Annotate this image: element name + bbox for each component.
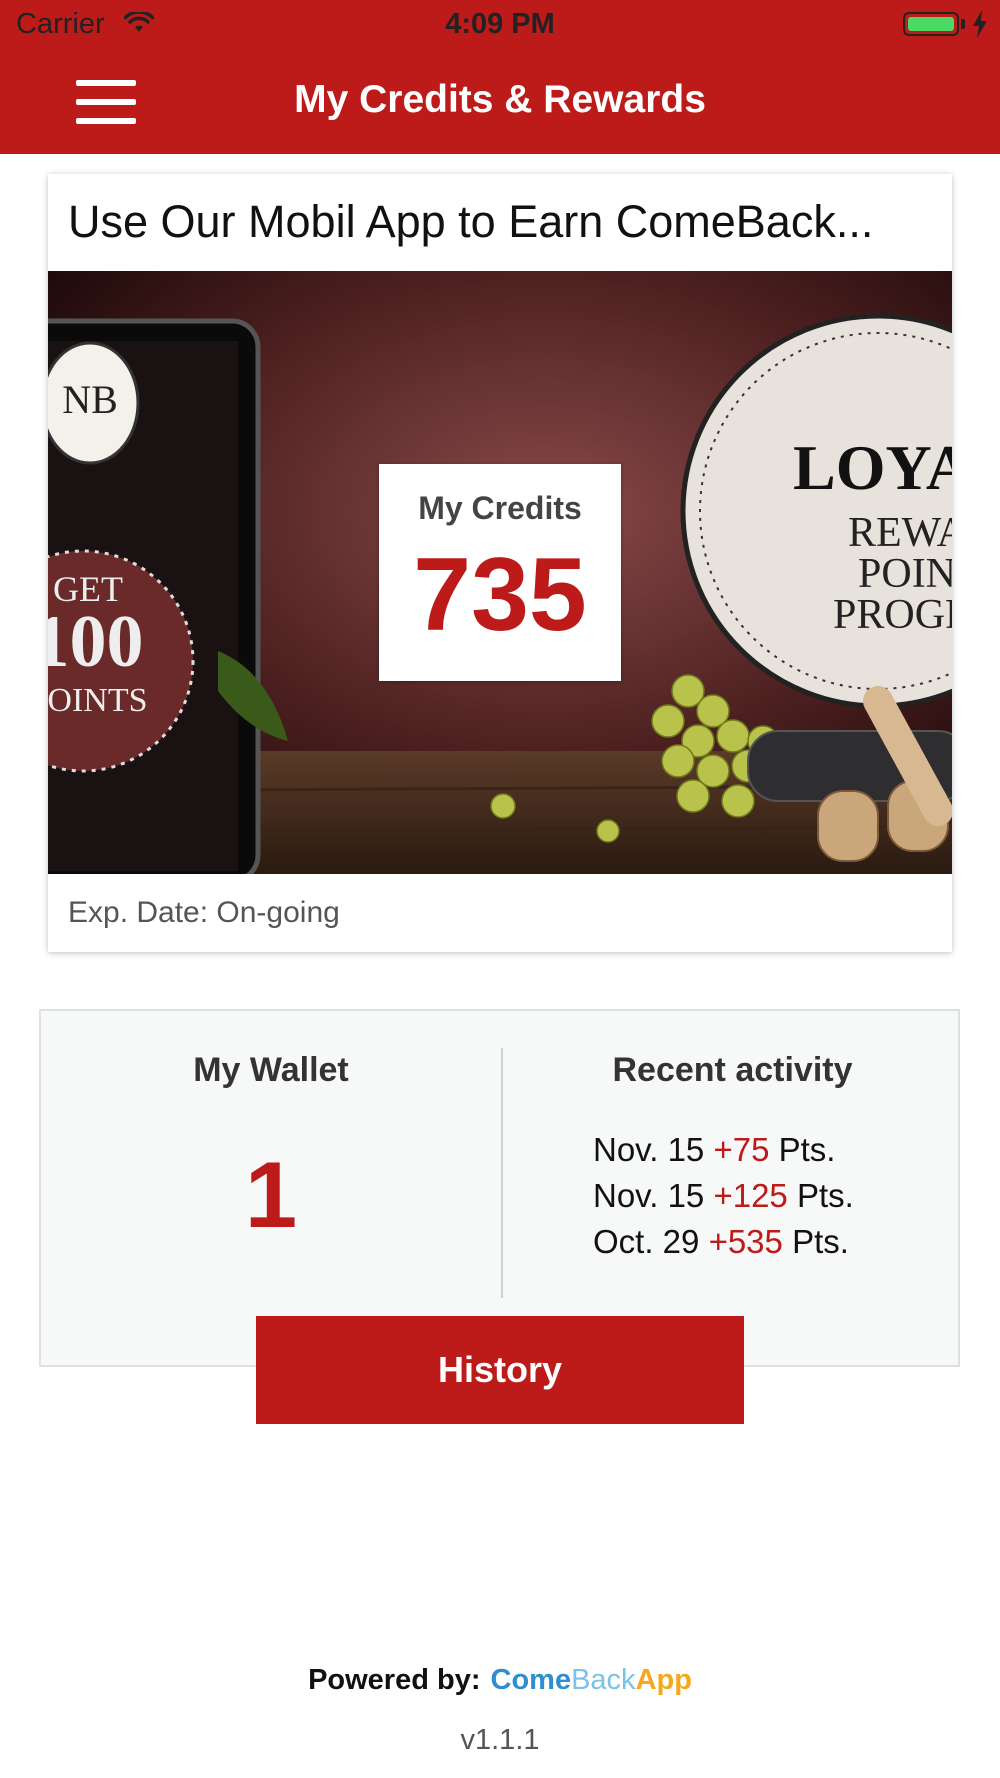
activity-amount: +75 (713, 1131, 770, 1168)
credits-value: 735 (413, 537, 587, 653)
powered-by-footer: Powered by: ComeBackApp (0, 1664, 1000, 1697)
powered-by-label: Powered by: (308, 1664, 481, 1696)
brand-back[interactable]: Back (571, 1664, 635, 1696)
activity-date: Nov. 15 (593, 1177, 705, 1214)
phone-logo-text: NB (62, 377, 118, 422)
activity-list: Nov. 15 +75 Pts. Nov. 15 +125 Pts. Oct. … (593, 1127, 854, 1265)
page-title: My Credits & Rewards (294, 78, 706, 121)
charging-bolt-icon (973, 10, 987, 38)
activity-title: Recent activity (612, 1051, 853, 1089)
seal-line2: REWARD (848, 510, 952, 556)
battery-icon (903, 12, 959, 36)
activity-unit: Pts. (792, 1223, 849, 1260)
brand-app[interactable]: App (636, 1664, 692, 1696)
activity-item: Nov. 15 +125 Pts. (593, 1173, 854, 1219)
seal-line3: POINTS (858, 551, 952, 597)
app-version: v1.1.1 (460, 1724, 540, 1756)
battery-tip (961, 19, 965, 29)
offer-card[interactable]: Use Our Mobil App to Earn ComeBack... NB… (48, 174, 952, 952)
activity-amount: +125 (713, 1177, 788, 1214)
history-button[interactable]: History (256, 1316, 744, 1424)
credits-box: My Credits 735 (379, 464, 621, 681)
status-time: 4:09 PM (445, 8, 555, 40)
activity-date: Oct. 29 (593, 1223, 700, 1260)
battery-fill (908, 17, 954, 31)
activity-unit: Pts. (796, 1177, 854, 1214)
phone-badge-line2: 100 (48, 601, 144, 683)
activity-date: Nov. 15 (593, 1131, 705, 1168)
seal-line4: PROGRAM (833, 592, 952, 638)
activity-amount: +535 (708, 1223, 783, 1260)
brand-come[interactable]: Come (491, 1664, 572, 1696)
offer-image: NB GET 100 POINTS LOYALTY REWARD POINTS … (48, 271, 952, 874)
activity-item: Nov. 15 +75 Pts. (593, 1127, 854, 1173)
activity-unit: Pts. (778, 1131, 836, 1168)
wallet-title: My Wallet (193, 1051, 349, 1089)
seal-line1: LOYALTY (793, 432, 952, 503)
wallet-activity-panel: My Wallet 1 Recent activity Nov. 15 +75 … (39, 1009, 960, 1367)
offer-title: Use Our Mobil App to Earn ComeBack... (68, 196, 874, 247)
expiration-date: Exp. Date: On-going (68, 896, 340, 929)
phone-badge-line3: POINTS (48, 682, 148, 719)
credits-label: My Credits (418, 490, 582, 526)
top-bar: Carrier 4:09 PM My Credits & Rewards (0, 0, 1000, 154)
wallet-value: 1 (244, 1142, 298, 1247)
activity-item: Oct. 29 +535 Pts. (593, 1219, 854, 1265)
